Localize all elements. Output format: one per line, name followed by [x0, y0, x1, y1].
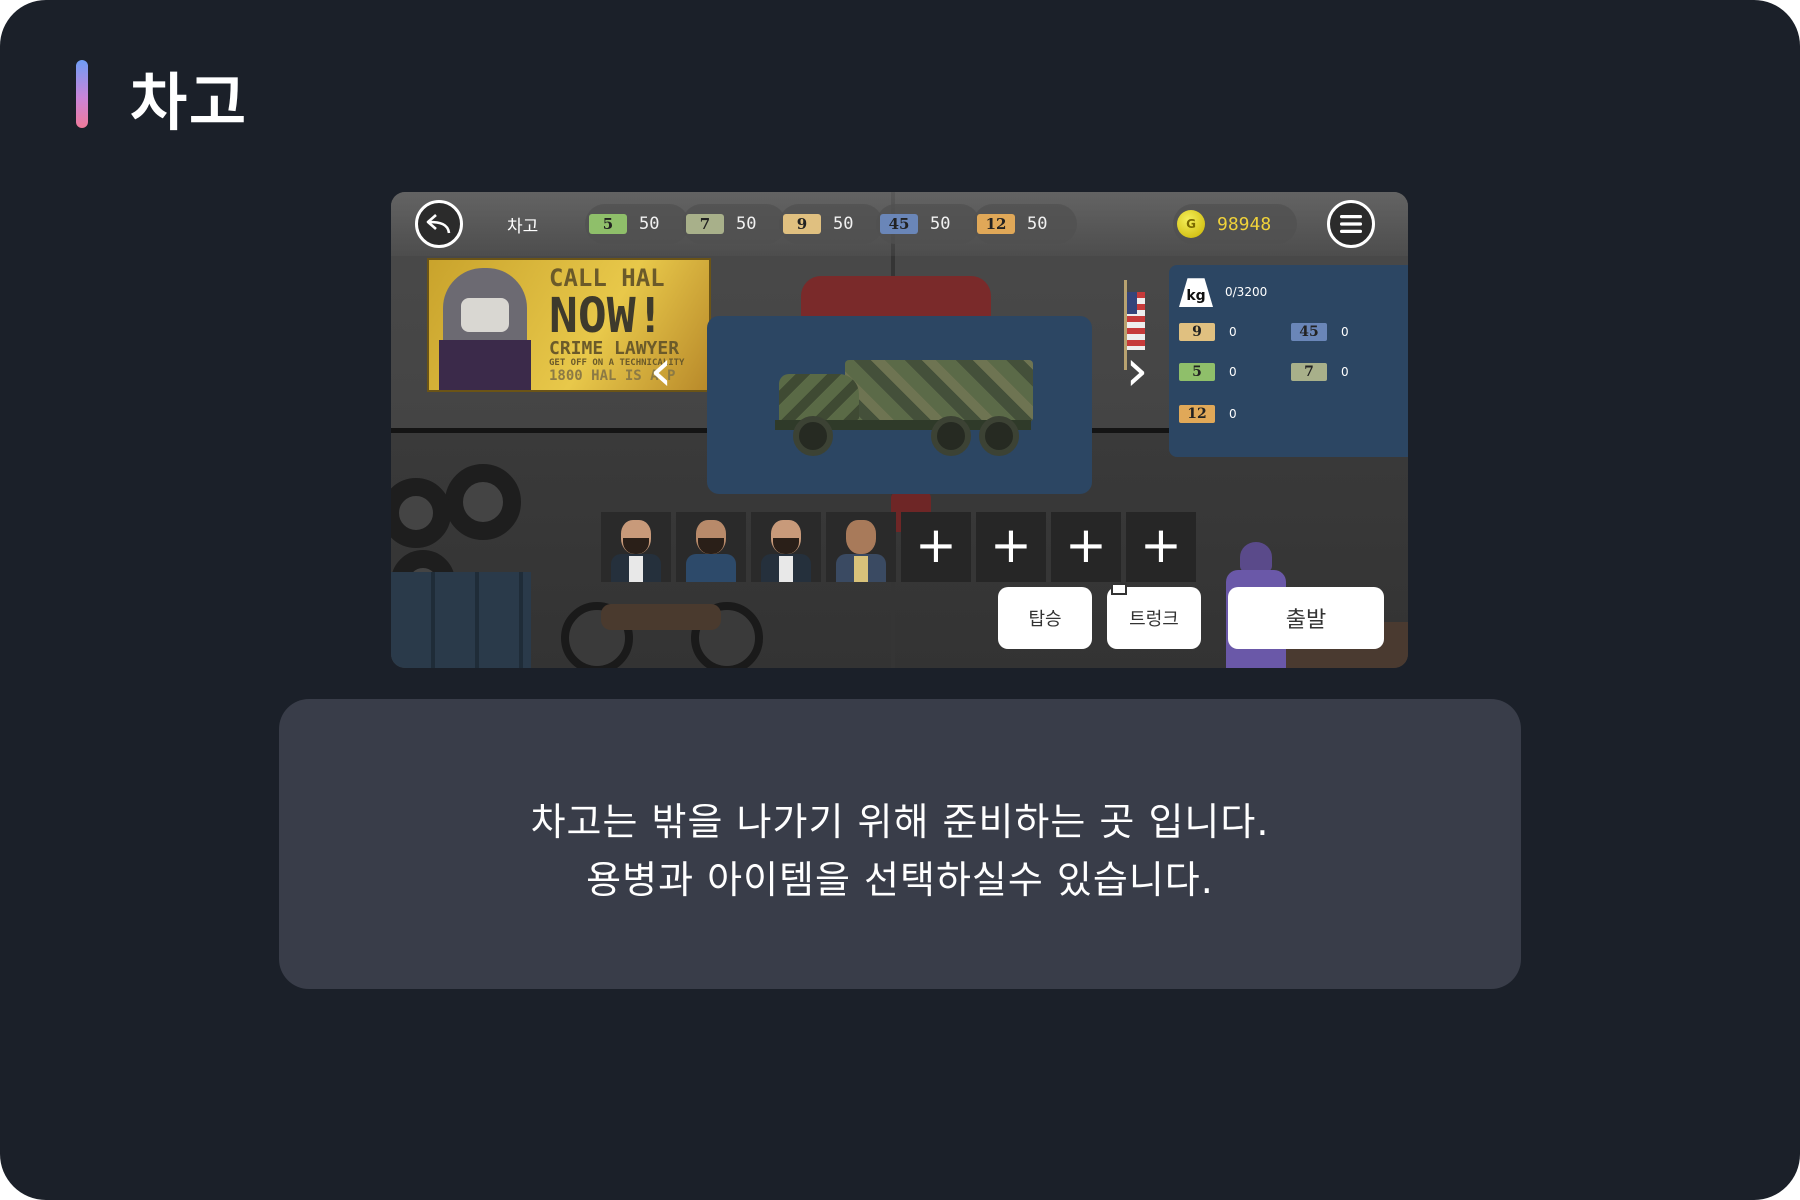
menu-button[interactable] — [1327, 200, 1375, 248]
ammo-icon: 5 — [589, 214, 627, 234]
inventory-count: 0 — [1341, 325, 1349, 339]
barrels — [391, 572, 531, 668]
resource-count: 50 — [930, 214, 951, 234]
inventory-item[interactable]: 70 — [1291, 363, 1349, 381]
ammo-icon: 45 — [1291, 323, 1327, 341]
mercenary-face — [846, 520, 876, 554]
board-button[interactable]: 탑승 — [998, 587, 1092, 649]
mercenary-vest — [686, 554, 736, 582]
crew-slot-mercenary[interactable] — [826, 512, 896, 582]
ammo-icon: 5 — [1179, 363, 1215, 381]
description-box: 차고는 밖을 나가기 위해 준비하는 곳 입니다. 용병과 아이템을 선택하실수… — [279, 699, 1521, 989]
gold-count: 98948 — [1217, 213, 1272, 235]
depart-button-label: 출발 — [1285, 608, 1327, 633]
inventory-count: 0 — [1229, 365, 1237, 379]
slide-card: 차고 CALL HAL NOW! CRIME LAWYER GET OFF ON… — [0, 0, 1800, 1200]
depart-button[interactable]: 출발 — [1228, 587, 1384, 649]
truck-wheel — [931, 416, 971, 456]
description-line-2: 용병과 아이템을 선택하실수 있습니다. — [586, 858, 1214, 902]
poster-figure-suit — [439, 340, 531, 390]
resource-count: 50 — [736, 214, 757, 234]
description-line-1: 차고는 밖을 나가기 위해 준비하는 곳 입니다. — [530, 800, 1270, 844]
ammo-icon: 12 — [977, 214, 1015, 234]
next-vehicle-arrow[interactable]: › — [1117, 341, 1157, 399]
npc-head — [1240, 542, 1272, 572]
vehicle-panel — [707, 316, 1092, 494]
resource-counter: 12 50 — [973, 204, 1077, 244]
bike-body — [601, 604, 721, 630]
inventory-item[interactable]: 12 0 — [1179, 405, 1237, 423]
inventory-count: 0 — [1229, 407, 1237, 421]
motorcycle — [551, 572, 771, 668]
add-crew-slot[interactable]: + — [1126, 512, 1196, 582]
truck-wheel — [793, 416, 833, 456]
add-crew-slot[interactable]: + — [901, 512, 971, 582]
truck-wheel — [979, 416, 1019, 456]
truck-cargo — [845, 360, 1033, 422]
inventory-item[interactable]: 90 — [1179, 323, 1237, 341]
inventory-count: 0 — [1229, 325, 1237, 339]
trunk-icon — [1111, 583, 1127, 595]
title-accent-bar — [76, 60, 88, 128]
gold-coin-icon: G — [1177, 210, 1205, 238]
add-crew-slot[interactable]: + — [976, 512, 1046, 582]
resource-counter: 7 50 — [682, 204, 786, 244]
military-truck — [765, 346, 1035, 456]
ammo-icon: 7 — [1291, 363, 1327, 381]
mercenary-shirt — [629, 556, 643, 582]
page-title: 차고 — [130, 66, 249, 139]
inventory-item[interactable]: 45 0 — [1291, 323, 1349, 341]
crew-slot-mercenary[interactable] — [676, 512, 746, 582]
resource-counter: 45 50 — [876, 204, 980, 244]
inventory-count: 0 — [1341, 365, 1349, 379]
gold-counter: G 98948 — [1173, 204, 1297, 244]
resource-count: 50 — [833, 214, 854, 234]
undo-arrow-icon — [426, 214, 451, 234]
back-button[interactable] — [415, 200, 463, 248]
weight-value: 0/3200 — [1225, 285, 1268, 299]
resource-count: 50 — [1027, 214, 1048, 234]
crew-slot-mercenary[interactable] — [601, 512, 671, 582]
game-screenshot: CALL HAL NOW! CRIME LAWYER GET OFF ON A … — [391, 192, 1408, 668]
resource-counter: 9 50 — [779, 204, 883, 244]
mercenary-beard — [773, 538, 799, 554]
mercenary-beard — [623, 538, 649, 554]
inventory-item[interactable]: 50 — [1179, 363, 1237, 381]
resource-count: 50 — [639, 214, 660, 234]
hamburger-menu-icon — [1340, 215, 1362, 233]
cargo-panel: kg 0/3200 9 0 45 0 5 0 7 0 12 0 — [1169, 265, 1408, 457]
mercenary-shirt — [779, 556, 793, 582]
mercenary-beard — [698, 538, 724, 554]
prev-vehicle-arrow[interactable]: ‹ — [641, 341, 681, 399]
trunk-button[interactable]: 트렁크 — [1107, 583, 1201, 649]
ammo-icon: 7 — [686, 214, 724, 234]
red-decoration — [801, 276, 991, 316]
ammo-icon: 9 — [783, 214, 821, 234]
ammo-icon: 45 — [880, 214, 918, 234]
ammo-icon: 9 — [1179, 323, 1215, 341]
resource-counter: 5 50 — [585, 204, 689, 244]
tire — [391, 478, 451, 548]
ammo-icon: 12 — [1179, 405, 1215, 423]
crew-slot-mercenary[interactable] — [751, 512, 821, 582]
add-crew-slot[interactable]: + — [1051, 512, 1121, 582]
board-button-label: 탑승 — [1028, 609, 1062, 630]
mercenary-shirt — [854, 556, 868, 582]
hud-title: 차고 — [507, 217, 539, 237]
tire — [445, 464, 521, 540]
trunk-button-label: 트렁크 — [1129, 609, 1179, 630]
poster-line-2: NOW! — [549, 288, 665, 344]
weight-icon: kg — [1179, 278, 1213, 307]
